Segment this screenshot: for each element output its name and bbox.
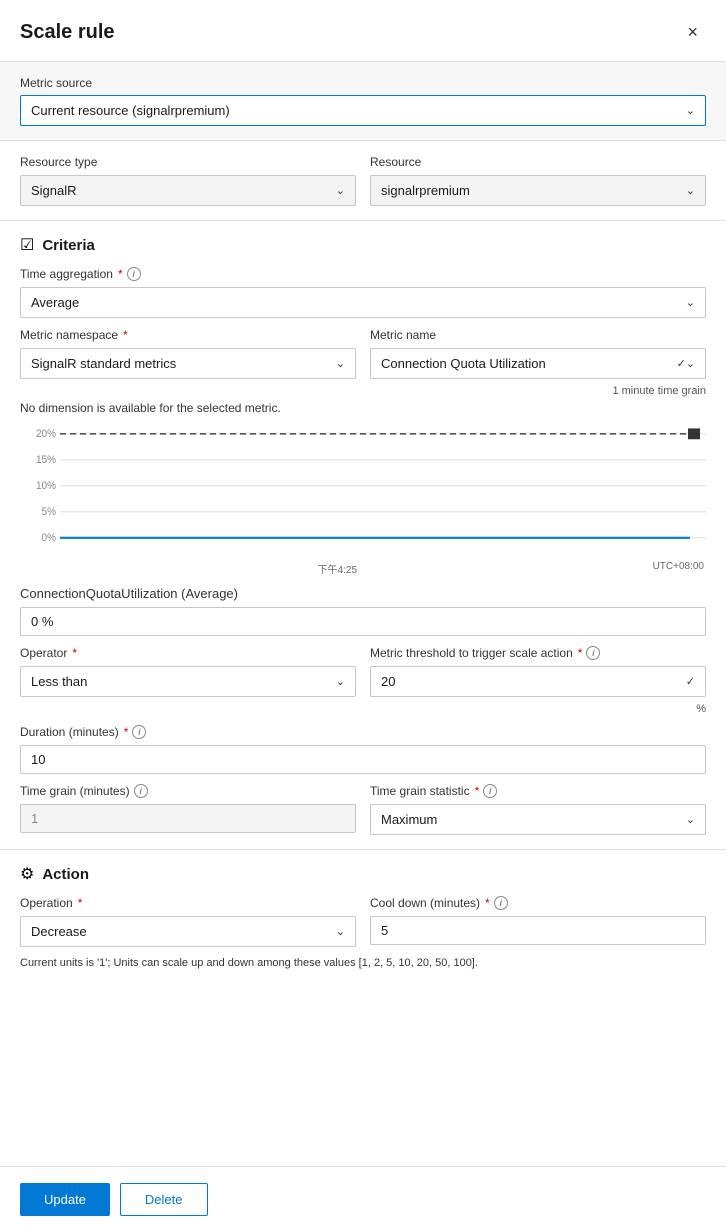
cool-down-required: * [485,896,490,910]
no-dimension-text: No dimension is available for the select… [20,401,706,415]
footer: Update Delete [0,1166,726,1232]
duration-required: * [124,725,129,739]
resource-label: Resource [370,155,706,169]
svg-text:15%: 15% [36,455,56,466]
metric-name-field: Metric name Connection Quota Utilization… [370,328,706,379]
scale-rule-panel: Scale rule × Metric source Current resou… [0,0,726,1232]
duration-info-icon[interactable]: i [132,725,146,739]
metric-source-section: Metric source Current resource (signalrp… [0,62,726,140]
time-aggregation-chevron-icon: ⌄ [686,296,695,309]
metric-value-label: ConnectionQuotaUtilization (Average) [20,586,706,601]
resource-section: Resource type SignalR ⌄ Resource signalr… [0,141,726,220]
operator-label: Operator * [20,646,356,660]
metric-source-select[interactable]: Current resource (signalrpremium) ⌄ [20,95,706,126]
action-icon: ⚙ [20,864,34,884]
panel-title: Scale rule [20,21,115,44]
resource-field: Resource signalrpremium ⌄ [370,155,706,206]
threshold-unit: % [20,703,706,715]
operation-required: * [78,896,83,910]
action-row: Operation * Decrease ⌄ Cool down (minute… [20,896,706,947]
svg-text:20%: 20% [36,429,56,440]
delete-button[interactable]: Delete [120,1183,208,1216]
time-aggregation-required: * [118,267,123,281]
svg-text:0%: 0% [42,533,56,544]
chart-area: 20% 15% 10% 5% 0% [20,423,706,553]
criteria-section: ☑ Criteria Time aggregation * i Average … [0,221,726,849]
criteria-title: Criteria [42,237,95,254]
time-grain-statistic-info-icon[interactable]: i [483,784,497,798]
operation-chevron-icon: ⌄ [336,925,345,938]
close-button[interactable]: × [679,18,706,47]
cool-down-input[interactable] [370,916,706,945]
operator-threshold-row: Operator * Less than ⌄ Metric threshold … [20,646,706,697]
svg-text:10%: 10% [36,481,56,492]
resource-type-chevron-icon: ⌄ [336,184,345,197]
metric-name-label: Metric name [370,328,706,342]
resource-type-label: Resource type [20,155,356,169]
time-grain-statistic-field: Time grain statistic * i Maximum ⌄ [370,784,706,835]
panel-header: Scale rule × [0,0,726,61]
time-grain-field: Time grain (minutes) i [20,784,356,835]
time-grain-statistic-label: Time grain statistic * i [370,784,706,798]
metric-value-input[interactable] [20,607,706,636]
cool-down-label: Cool down (minutes) * i [370,896,706,910]
operator-required: * [72,646,77,660]
action-section: ⚙ Action Operation * Decrease ⌄ Cool dow… [0,850,726,986]
metric-source-label: Metric source [20,76,706,90]
time-grain-minutes-info-icon[interactable]: i [134,784,148,798]
time-grain-statistic-required: * [475,784,480,798]
time-grain-statistic-chevron-icon: ⌄ [686,813,695,826]
resource-chevron-icon: ⌄ [686,184,695,197]
metric-namespace-label: Metric namespace * [20,328,356,342]
operator-select[interactable]: Less than ⌄ [20,666,356,697]
metric-namespace-required: * [123,328,128,342]
cool-down-field: Cool down (minutes) * i [370,896,706,947]
metric-chart: 20% 15% 10% 5% 0% [20,423,706,553]
operator-chevron-icon: ⌄ [336,675,345,688]
time-aggregation-label: Time aggregation * i [20,267,706,281]
metric-namespace-select[interactable]: SignalR standard metrics ⌄ [20,348,356,379]
action-note: Current units is '1'; Units can scale up… [20,955,706,972]
time-grain-text: 1 minute time grain [20,385,706,397]
metric-row: Metric namespace * SignalR standard metr… [20,328,706,379]
metric-namespace-chevron-icon: ⌄ [336,357,345,370]
threshold-chevron-icon: ✓ [686,675,695,688]
threshold-info-icon[interactable]: i [586,646,600,660]
threshold-select[interactable]: 20 ✓ [370,666,706,697]
svg-text:5%: 5% [42,507,56,518]
chart-time-label: 下午4:25 [318,561,357,576]
time-grain-statistic-select[interactable]: Maximum ⌄ [370,804,706,835]
operation-select[interactable]: Decrease ⌄ [20,916,356,947]
operator-field: Operator * Less than ⌄ [20,646,356,697]
duration-label: Duration (minutes) * i [20,725,706,739]
metric-name-chevron-icon: ✓⌄ [677,357,695,370]
threshold-required: * [578,646,583,660]
operation-label: Operation * [20,896,356,910]
duration-input[interactable] [20,745,706,774]
chart-timezone-label: UTC+08:00 [653,561,704,576]
time-aggregation-info-icon[interactable]: i [127,267,141,281]
metric-namespace-field: Metric namespace * SignalR standard metr… [20,328,356,379]
resource-select[interactable]: signalrpremium ⌄ [370,175,706,206]
criteria-header: ☑ Criteria [20,235,706,255]
spacer [0,986,726,1167]
time-grain-minutes-label: Time grain (minutes) i [20,784,356,798]
metric-name-select[interactable]: Connection Quota Utilization ✓⌄ [370,348,706,379]
action-title: Action [42,866,89,883]
cool-down-info-icon[interactable]: i [494,896,508,910]
metric-source-chevron-icon: ⌄ [686,104,695,117]
time-aggregation-select[interactable]: Average ⌄ [20,287,706,318]
criteria-icon: ☑ [20,235,34,255]
operation-field: Operation * Decrease ⌄ [20,896,356,947]
chart-x-labels: 下午4:25 UTC+08:00 [20,561,706,576]
update-button[interactable]: Update [20,1183,110,1216]
time-grain-minutes-input [20,804,356,833]
resource-row: Resource type SignalR ⌄ Resource signalr… [20,155,706,206]
resource-type-select[interactable]: SignalR ⌄ [20,175,356,206]
threshold-label: Metric threshold to trigger scale action… [370,646,706,660]
action-header: ⚙ Action [20,864,706,884]
threshold-field: Metric threshold to trigger scale action… [370,646,706,697]
time-grain-row: Time grain (minutes) i Time grain statis… [20,784,706,835]
resource-type-field: Resource type SignalR ⌄ [20,155,356,206]
